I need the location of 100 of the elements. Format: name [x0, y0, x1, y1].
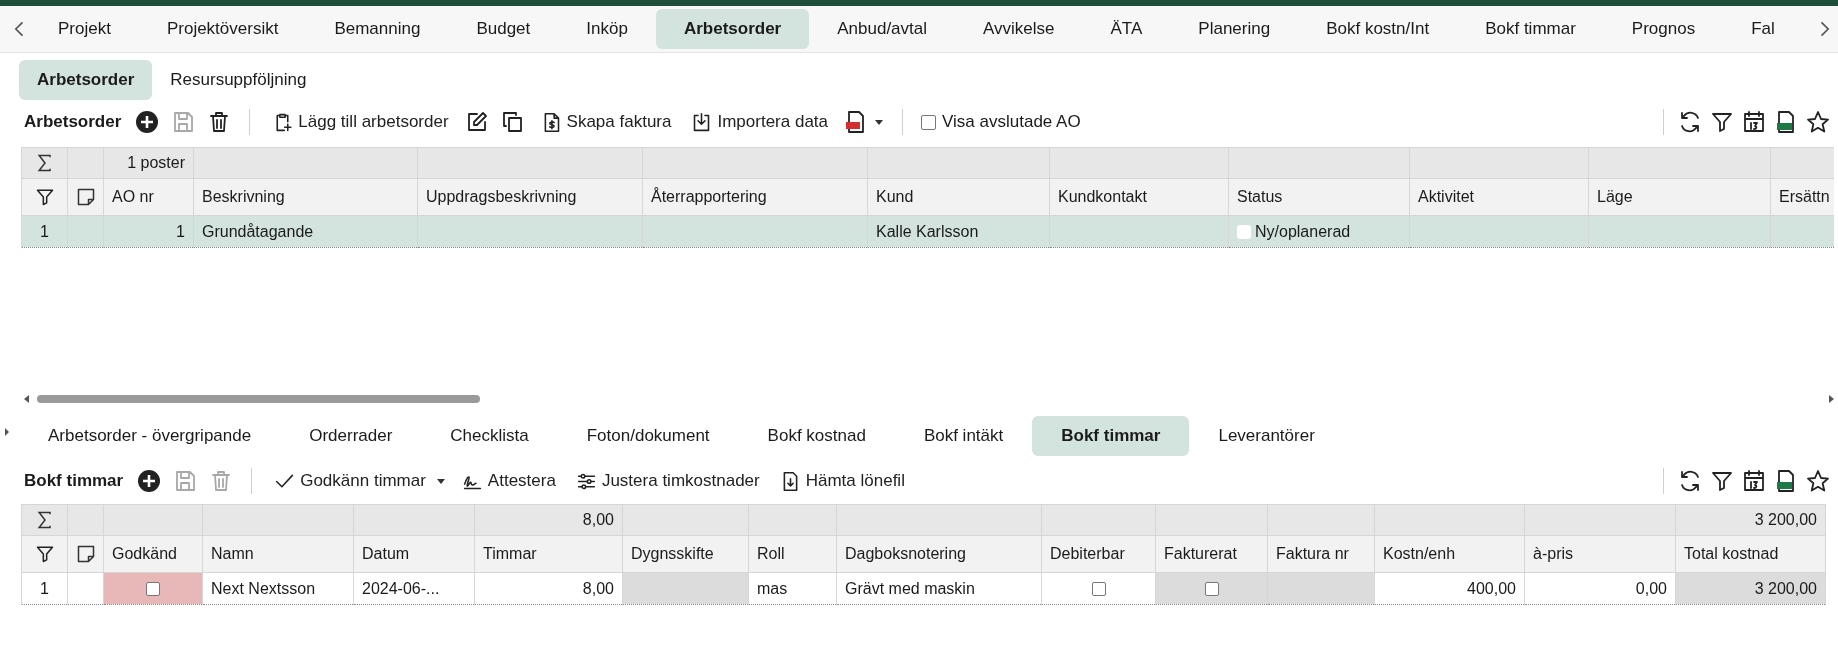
tab[interactable]: Leverantörer	[1189, 416, 1344, 456]
checkbox[interactable]	[921, 114, 937, 130]
column-header[interactable]: Godkänd	[103, 535, 203, 573]
tab[interactable]: Checklista	[421, 416, 558, 456]
column-header[interactable]: Dagboksnotering	[836, 535, 1042, 573]
table-cell: 2024-06-...	[353, 572, 475, 605]
tab[interactable]: Anbud/avtal	[809, 9, 955, 49]
tab[interactable]: ÄTA	[1082, 9, 1171, 49]
summary-value: 8,00	[582, 511, 614, 528]
filter-icon[interactable]	[1710, 110, 1734, 134]
caret-icon[interactable]	[435, 476, 446, 486]
tab[interactable]: Bokf timmar	[1457, 9, 1604, 49]
column-header[interactable]: Uppdragsbeskrivning	[417, 178, 643, 216]
tab[interactable]: Arbetsorder	[655, 9, 810, 49]
table-row[interactable]: 1 1 Grundåtagande Kalle Karlsson Ny/oplanerad	[21, 215, 1834, 248]
table-row[interactable]: 1 Next Nextsson 2024-06-... 8,00 mas Grävt med maskin 400,00 0,00 3 200,00	[21, 572, 1826, 605]
checkbox[interactable]	[146, 582, 160, 597]
tab[interactable]: Prognos	[1603, 9, 1724, 49]
row-number: 1	[21, 572, 68, 605]
tab[interactable]: Bokf kostnad	[738, 416, 895, 456]
tab[interactable]: Fal	[1723, 9, 1803, 49]
table-cell: Kalle Karlsson	[867, 215, 1050, 248]
table-cell: Grävt med maskin	[836, 572, 1042, 605]
column-header[interactable]: Faktura nr	[1267, 535, 1375, 573]
column-header[interactable]: Datum	[353, 535, 475, 573]
fetch-payroll-button[interactable]: Hämta lönefil	[775, 468, 909, 494]
calendar-icon[interactable]	[1742, 469, 1766, 493]
table-cell: Grundåtagande	[193, 215, 418, 248]
table-cell: 8,00	[474, 572, 623, 605]
tab[interactable]: Inköp	[558, 9, 656, 49]
scrollbar-thumb[interactable]	[37, 395, 480, 403]
column-header[interactable]: Ersättn	[1770, 178, 1834, 216]
plus-circle-icon[interactable]	[135, 110, 160, 134]
tab[interactable]: Arbetsorder	[19, 60, 153, 100]
filter-icon[interactable]	[34, 544, 55, 564]
filter-icon[interactable]	[34, 187, 55, 207]
checkbox[interactable]	[1091, 582, 1106, 597]
column-header[interactable]: Namn	[202, 535, 354, 573]
import-data-button[interactable]: Importera data	[687, 109, 833, 135]
tab[interactable]: Avvikelse	[955, 9, 1083, 49]
summary-value: 3 200,00	[1754, 511, 1817, 528]
scroll-left-icon[interactable]	[24, 395, 29, 403]
approve-hours-button[interactable]: Godkänn timmar	[270, 468, 430, 494]
column-header[interactable]: Timmar	[474, 535, 623, 573]
scroll-right-icon[interactable]	[1829, 395, 1834, 403]
tab[interactable]: Arbetsorder - övergripande	[19, 416, 281, 456]
column-header[interactable]: Roll	[748, 535, 837, 573]
section-title: Arbetsorder	[24, 112, 122, 132]
column-header[interactable]: Beskrivning	[193, 178, 418, 216]
tab[interactable]: Bokf kostn/Int	[1298, 9, 1458, 49]
table-cell: 400,00	[1374, 572, 1525, 605]
star-icon[interactable]	[1806, 469, 1830, 493]
column-header[interactable]: Läge	[1588, 178, 1771, 216]
section-title: Bokf timmar	[24, 471, 124, 491]
column-header[interactable]: Kostn/enh	[1374, 535, 1525, 573]
tab[interactable]: Budget	[448, 9, 559, 49]
tab[interactable]: Planering	[1170, 9, 1299, 49]
column-header[interactable]: Dygnsskifte	[622, 535, 749, 573]
tab[interactable]: Resursuppföljning	[152, 60, 325, 100]
column-header[interactable]: Status	[1228, 178, 1410, 216]
column-header[interactable]: Total kostnad	[1675, 535, 1826, 573]
tab[interactable]: Bokf timmar	[1032, 416, 1190, 456]
row-number: 1	[21, 215, 68, 248]
tab[interactable]: Bokf intäkt	[894, 416, 1033, 456]
column-header[interactable]: Kundkontakt	[1049, 178, 1229, 216]
attest-button[interactable]: Attestera	[457, 468, 560, 494]
column-header[interactable]: Aktivitet	[1409, 178, 1589, 216]
summary-value: 1 poster	[127, 154, 185, 171]
filter-icon[interactable]	[1710, 469, 1734, 493]
create-invoice-button[interactable]: Skapa faktura	[536, 109, 676, 135]
add-work-order-button[interactable]: Lägg till arbetsorder	[268, 109, 453, 135]
note-icon[interactable]	[76, 187, 96, 207]
refresh-icon[interactable]	[1678, 110, 1702, 134]
refresh-icon[interactable]	[1678, 469, 1702, 493]
collapse-handle-icon[interactable]	[4, 427, 10, 437]
tab[interactable]: Projektöversikt	[138, 9, 307, 49]
tab[interactable]: Bemanning	[306, 9, 449, 49]
column-header[interactable]: Återrapportering	[642, 178, 868, 216]
copy-icon[interactable]	[500, 110, 525, 134]
table-cell: mas	[748, 572, 837, 605]
column-header[interactable]: AO nr	[103, 178, 194, 216]
table-cell: Next Nextsson	[202, 572, 354, 605]
note-icon[interactable]	[76, 544, 96, 564]
tab[interactable]: Projekt	[30, 9, 139, 49]
tab[interactable]: Orderrader	[280, 416, 422, 456]
checkbox[interactable]	[1204, 582, 1219, 597]
tab[interactable]: Foton/dokument	[557, 416, 739, 456]
column-header[interactable]: Kund	[867, 178, 1050, 216]
calendar-icon[interactable]	[1742, 110, 1766, 134]
star-icon[interactable]	[1806, 110, 1830, 134]
status-text: Ny/oplanerad	[1255, 222, 1351, 240]
adjust-costs-button[interactable]: Justera timkostnader	[571, 468, 764, 494]
table-cell: 1	[103, 215, 194, 248]
table-cell: 3 200,00	[1675, 572, 1826, 605]
caret-icon[interactable]	[874, 117, 885, 127]
column-header[interactable]: Fakturerat	[1155, 535, 1268, 573]
plus-circle-icon[interactable]	[137, 469, 162, 493]
column-header[interactable]: Debiterbar	[1041, 535, 1156, 573]
checkbox-label[interactable]: Visa avslutade AO	[942, 112, 1081, 132]
column-header[interactable]: à-pris	[1524, 535, 1676, 573]
